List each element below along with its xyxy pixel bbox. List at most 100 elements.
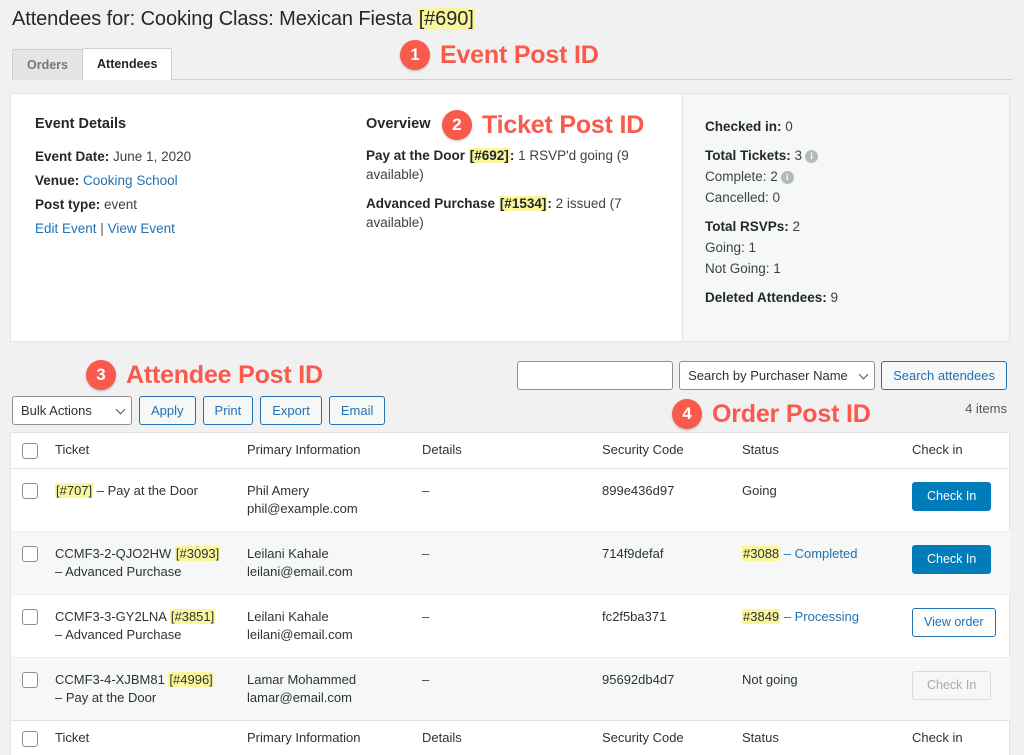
overview-ticket-row: Pay at the Door [#692]: 1 RSVP'd going (… bbox=[366, 146, 651, 184]
event-details-column: Event Details Event Date: June 1, 2020 V… bbox=[11, 94, 366, 341]
select-all-checkbox[interactable] bbox=[22, 443, 38, 459]
tab-orders[interactable]: Orders bbox=[12, 49, 83, 80]
checked-in-value: 0 bbox=[781, 119, 793, 134]
view-event-link[interactable]: View Event bbox=[108, 221, 175, 236]
complete-value: 2 bbox=[766, 169, 778, 184]
table-header-row: Ticket Primary Information Details Secur… bbox=[11, 433, 1011, 469]
ticket-code: CCMF3-2-QJO2HW bbox=[55, 546, 175, 561]
table-row: CCMF3-2-QJO2HW [#3093] – Advanced Purchas… bbox=[11, 531, 1011, 595]
search-filter-select[interactable]: Search by Purchaser NameSearch by Purcha… bbox=[679, 361, 876, 390]
event-date-row: Event Date: June 1, 2020 bbox=[35, 146, 346, 167]
ticket-post-id-highlight: [#692] bbox=[468, 148, 510, 163]
column-header-status[interactable]: Status bbox=[742, 433, 912, 469]
security-code-cell: 899e436d97 bbox=[602, 483, 675, 498]
bulk-actions-select[interactable]: Bulk ActionsDeleteCheck inUndo check in bbox=[12, 396, 132, 425]
cancelled-row: Cancelled: 0 bbox=[705, 187, 989, 208]
attendee-post-id-highlight: [#4996] bbox=[168, 672, 214, 687]
column-header-ticket[interactable]: Ticket bbox=[55, 433, 247, 469]
column-header-security-code[interactable]: Security Code bbox=[602, 433, 742, 469]
check-in-button[interactable]: Check In bbox=[912, 545, 992, 574]
ticket-name: Advanced Purchase bbox=[366, 196, 499, 211]
deleted-attendees-value: 9 bbox=[826, 290, 839, 305]
column-footer-security-code[interactable]: Security Code bbox=[602, 720, 742, 755]
column-footer-status[interactable]: Status bbox=[742, 720, 912, 755]
ticket-cell: CCMF3-2-QJO2HW [#3093] – Advanced Purchas… bbox=[55, 532, 247, 595]
total-tickets-row: Total Tickets: 3i bbox=[705, 145, 989, 166]
column-header-check-in[interactable]: Check in bbox=[912, 433, 1011, 469]
select-all-footer bbox=[11, 720, 55, 755]
bulk-actions-toolbar: Bulk ActionsDeleteCheck inUndo check in … bbox=[12, 396, 386, 425]
items-count: 4 items bbox=[965, 401, 1007, 416]
annotation-1: 1 Event Post ID bbox=[400, 40, 599, 70]
select-all-checkbox-footer[interactable] bbox=[22, 731, 38, 747]
attendee-post-id-highlight: [#3851] bbox=[169, 609, 216, 624]
tab-bar: Orders Attendees bbox=[12, 47, 173, 80]
total-tickets-value: 3 bbox=[790, 148, 803, 163]
column-header-details[interactable]: Details bbox=[422, 433, 602, 469]
post-type-label: Post type: bbox=[35, 197, 101, 212]
status-cell: #3849 – Processing bbox=[742, 595, 912, 658]
ticket-code: CCMF3-4-XJBM81 bbox=[55, 672, 169, 687]
row-select-cell bbox=[11, 469, 55, 532]
column-header-primary-information[interactable]: Primary Information bbox=[247, 433, 422, 469]
row-select-cell bbox=[11, 532, 55, 595]
row-checkbox[interactable] bbox=[22, 483, 38, 499]
attendee-post-id-highlight: [#707] bbox=[55, 483, 94, 498]
check-in-cell: View order bbox=[912, 595, 1011, 658]
row-checkbox[interactable] bbox=[22, 546, 38, 562]
attendee-email: phil@example.com bbox=[247, 501, 358, 516]
checked-in-row: Checked in: 0 bbox=[705, 116, 989, 137]
not-going-value: 1 bbox=[769, 261, 781, 276]
search-filter-wrapper: Search by Purchaser NameSearch by Purcha… bbox=[679, 361, 876, 390]
going-label: Going: bbox=[705, 240, 745, 255]
row-select-cell bbox=[11, 595, 55, 658]
not-going-label: Not Going: bbox=[705, 261, 770, 276]
check-in-button[interactable]: Check In bbox=[912, 482, 992, 511]
attendees-page: Attendees for: Cooking Class: Mexican Fi… bbox=[0, 0, 1024, 755]
email-button[interactable]: Email bbox=[328, 396, 386, 425]
overview-ticket-row: Advanced Purchase [#1534]: 2 issued (7 a… bbox=[366, 194, 651, 232]
print-button[interactable]: Print bbox=[202, 396, 254, 425]
search-attendees-button[interactable]: Search attendees bbox=[881, 361, 1007, 390]
overview-column: Overview Pay at the Door [#692]: 1 RSVP'… bbox=[366, 94, 682, 341]
tab-attendees[interactable]: Attendees bbox=[82, 48, 173, 80]
security-code-cell: 714f9defaf bbox=[602, 546, 664, 561]
details-cell: – bbox=[422, 609, 430, 624]
export-button[interactable]: Export bbox=[260, 396, 322, 425]
ticket-cell: CCMF3-3-GY2LNA [#3851] – Advanced Purchas… bbox=[55, 595, 247, 658]
order-status-link[interactable]: – Completed bbox=[780, 546, 858, 561]
status-cell: Not going bbox=[742, 658, 912, 721]
checked-in-label: Checked in: bbox=[705, 119, 782, 134]
info-icon[interactable]: i bbox=[780, 171, 794, 184]
search-input[interactable] bbox=[517, 361, 674, 390]
annotation-4: 4 Order Post ID bbox=[672, 399, 871, 429]
total-rsvps-row: Total RSVPs: 2 bbox=[705, 216, 989, 237]
table-body: [#707] – Pay at the Door Phil Amery phil@e… bbox=[11, 469, 1011, 721]
page-title-text: Attendees for: Cooking Class: Mexican Fi… bbox=[12, 8, 418, 30]
order-status-link[interactable]: – Processing bbox=[780, 609, 859, 624]
table-footer-row: Ticket Primary Information Details Secur… bbox=[11, 720, 1011, 755]
deleted-attendees-label: Deleted Attendees: bbox=[705, 290, 827, 305]
primary-information-cell: Phil Amery phil@example.com bbox=[247, 469, 422, 532]
row-checkbox[interactable] bbox=[22, 672, 38, 688]
edit-event-link[interactable]: Edit Event bbox=[35, 221, 97, 236]
ticket-type: – Advanced Purchase bbox=[55, 564, 182, 579]
column-footer-ticket[interactable]: Ticket bbox=[55, 720, 247, 755]
info-icon[interactable]: i bbox=[805, 150, 819, 163]
column-footer-details[interactable]: Details bbox=[422, 720, 602, 755]
annotation-label: Order Post ID bbox=[712, 399, 871, 428]
going-row: Going: 1 bbox=[705, 237, 989, 258]
column-footer-check-in[interactable]: Check in bbox=[912, 720, 1011, 755]
apply-button[interactable]: Apply bbox=[139, 396, 196, 425]
venue-link[interactable]: Cooking School bbox=[83, 173, 178, 188]
post-type-row: Post type: event bbox=[35, 194, 346, 215]
search-toolbar: Search by Purchaser NameSearch by Purcha… bbox=[517, 361, 1007, 390]
row-checkbox[interactable] bbox=[22, 609, 38, 625]
column-footer-primary-information[interactable]: Primary Information bbox=[247, 720, 422, 755]
view-order-button[interactable]: View order bbox=[912, 608, 996, 637]
check-in-cell: Check In bbox=[912, 469, 1011, 532]
stats-column: Checked in: 0 Total Tickets: 3i Complete… bbox=[682, 94, 1009, 341]
attendee-name: Lamar Mohammed bbox=[247, 672, 357, 687]
order-post-id-highlight: #3088 bbox=[742, 546, 781, 561]
